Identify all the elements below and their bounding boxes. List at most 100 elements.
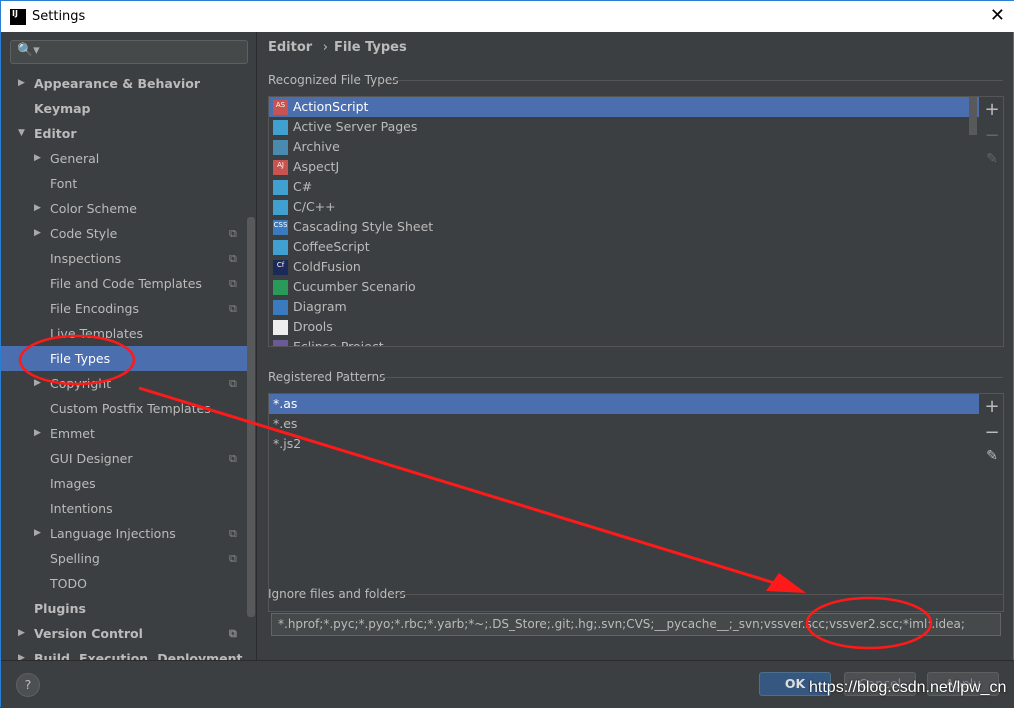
file-type-label: C/C++ bbox=[293, 199, 336, 214]
pattern-row[interactable]: *.js2 bbox=[269, 434, 979, 454]
chevron-right-icon[interactable]: ▶ bbox=[18, 621, 25, 646]
tree-item-label: Emmet bbox=[50, 426, 95, 441]
file-type-row[interactable]: AJ AspectJ bbox=[269, 157, 979, 177]
chevron-right-icon[interactable]: ▶ bbox=[18, 71, 25, 96]
chevron-right-icon[interactable]: ▶ bbox=[34, 421, 41, 446]
chevron-right-icon[interactable]: ▶ bbox=[34, 371, 41, 396]
project-settings-icon: ⧉ bbox=[229, 452, 237, 465]
breadcrumb: Editor › File Types bbox=[268, 40, 407, 55]
ignore-label: Ignore files and folders bbox=[268, 587, 406, 601]
edit-pattern-button[interactable]: ✎ bbox=[980, 448, 1003, 464]
breadcrumb-parent[interactable]: Editor bbox=[268, 40, 312, 55]
tree-item-label: Intentions bbox=[50, 501, 113, 516]
chevron-right-icon[interactable]: ▶ bbox=[34, 221, 41, 246]
tree-item-label: Build, Execution, Deployment bbox=[34, 651, 243, 660]
tree-item[interactable]: ▼ Editor bbox=[1, 121, 247, 146]
search-icon: 🔍▾ bbox=[17, 43, 40, 58]
project-settings-icon: ⧉ bbox=[229, 377, 237, 390]
tree-item[interactable]: Live Templates bbox=[1, 321, 247, 346]
file-type-label: Cucumber Scenario bbox=[293, 279, 416, 294]
tree-item[interactable]: Spelling ⧉ bbox=[1, 546, 247, 571]
tree-item[interactable]: Font bbox=[1, 171, 247, 196]
tree-item[interactable]: File and Code Templates ⧉ bbox=[1, 271, 247, 296]
tree-item[interactable]: ▶ Color Scheme bbox=[1, 196, 247, 221]
tree-item[interactable]: GUI Designer ⧉ bbox=[1, 446, 247, 471]
chevron-right-icon[interactable]: ▶ bbox=[34, 196, 41, 221]
breadcrumb-separator: › bbox=[322, 40, 328, 55]
tree-item-label: Images bbox=[50, 476, 96, 491]
tree-item[interactable]: TODO bbox=[1, 571, 247, 596]
file-type-row[interactable]: C/C++ bbox=[269, 197, 979, 217]
search-input[interactable]: 🔍▾ bbox=[10, 40, 248, 64]
file-type-icon bbox=[273, 139, 288, 155]
add-file-type-button[interactable]: + bbox=[980, 99, 1003, 120]
chevron-right-icon[interactable]: ▶ bbox=[34, 146, 41, 171]
tree-item[interactable]: ▶ Build, Execution, Deployment bbox=[1, 646, 247, 660]
tree-item[interactable]: File Types bbox=[1, 346, 247, 371]
sidebar-scrollbar[interactable] bbox=[247, 217, 255, 617]
file-type-icon: AJ bbox=[273, 159, 288, 175]
tree-item[interactable]: Inspections ⧉ bbox=[1, 246, 247, 271]
chevron-right-icon[interactable]: ▶ bbox=[18, 646, 25, 660]
tree-item[interactable]: ▶ Code Style ⧉ bbox=[1, 221, 247, 246]
remove-file-type-button[interactable]: − bbox=[980, 125, 1003, 146]
file-type-label: Archive bbox=[293, 139, 340, 154]
close-button[interactable]: ✕ bbox=[990, 5, 1005, 26]
add-pattern-button[interactable]: + bbox=[980, 396, 1003, 417]
file-type-icon bbox=[273, 119, 288, 135]
tree-item-label: Editor bbox=[34, 126, 77, 141]
tree-item-label: Font bbox=[50, 176, 78, 191]
ignore-files-input[interactable]: *.hprof;*.pyc;*.pyo;*.rbc;*.yarb;*~;.DS_… bbox=[271, 613, 1001, 636]
file-type-row[interactable]: AS ActionScript bbox=[269, 97, 979, 117]
remove-pattern-button[interactable]: − bbox=[980, 422, 1003, 443]
tree-item[interactable]: File Encodings ⧉ bbox=[1, 296, 247, 321]
tree-item[interactable]: ▶ Copyright ⧉ bbox=[1, 371, 247, 396]
chevron-right-icon[interactable]: ▶ bbox=[34, 521, 41, 546]
tree-item-label: Keymap bbox=[34, 101, 91, 116]
tree-item[interactable]: Images bbox=[1, 471, 247, 496]
tree-item[interactable]: ▶ Appearance & Behavior bbox=[1, 71, 247, 96]
file-type-row[interactable]: Active Server Pages bbox=[269, 117, 979, 137]
tree-item[interactable]: ▶ Version Control ⧉ bbox=[1, 621, 247, 646]
file-type-row[interactable]: C# bbox=[269, 177, 979, 197]
file-type-row[interactable]: Drools bbox=[269, 317, 979, 337]
registered-patterns-list[interactable]: *.as *.es *.js2 + − ✎ bbox=[268, 393, 1004, 612]
pattern-row[interactable]: *.as bbox=[269, 394, 979, 414]
pattern-row[interactable]: *.es bbox=[269, 414, 979, 434]
tree-item[interactable]: ▶ Language Injections ⧉ bbox=[1, 521, 247, 546]
file-type-row[interactable]: Archive bbox=[269, 137, 979, 157]
tree-item-label: File Encodings bbox=[50, 301, 140, 316]
patterns-label: Registered Patterns bbox=[268, 370, 386, 384]
file-type-row[interactable]: CSS Cascading Style Sheet bbox=[269, 217, 979, 237]
file-type-icon bbox=[273, 239, 288, 255]
tree-item[interactable]: Custom Postfix Templates bbox=[1, 396, 247, 421]
file-type-icon bbox=[273, 279, 288, 295]
tree-item[interactable]: Plugins bbox=[1, 596, 247, 621]
file-type-row[interactable]: Eclipse Project bbox=[269, 337, 979, 347]
help-button[interactable]: ? bbox=[16, 673, 40, 697]
tree-item-label: File Types bbox=[50, 351, 111, 366]
recognized-file-types-list[interactable]: AS ActionScript Active Server Pages Archive… bbox=[268, 96, 1004, 347]
file-type-icon bbox=[273, 299, 288, 315]
file-type-row[interactable]: Diagram bbox=[269, 297, 979, 317]
tree-item-label: Inspections bbox=[50, 251, 122, 266]
file-type-row[interactable]: Cf ColdFusion bbox=[269, 257, 979, 277]
tree-item[interactable]: Intentions bbox=[1, 496, 247, 521]
chevron-down-icon[interactable]: ▼ bbox=[18, 121, 25, 146]
file-type-icon: AS bbox=[273, 99, 288, 115]
tree-item-label: Color Scheme bbox=[50, 201, 137, 216]
file-type-label: Eclipse Project bbox=[293, 339, 384, 347]
tree-item-label: Plugins bbox=[34, 601, 86, 616]
tree-item[interactable]: ▶ Emmet bbox=[1, 421, 247, 446]
tree-item-label: Live Templates bbox=[50, 326, 144, 341]
tree-item[interactable]: ▶ General bbox=[1, 146, 247, 171]
tree-item[interactable]: Keymap bbox=[1, 96, 247, 121]
file-type-row[interactable]: CoffeeScript bbox=[269, 237, 979, 257]
file-type-icon: CSS bbox=[273, 219, 288, 235]
file-type-row[interactable]: Cucumber Scenario bbox=[269, 277, 979, 297]
tree-item-label: File and Code Templates bbox=[50, 276, 202, 291]
recognized-label: Recognized File Types bbox=[268, 73, 399, 87]
edit-file-type-button[interactable]: ✎ bbox=[980, 151, 1003, 167]
list-scrollbar[interactable] bbox=[969, 97, 977, 135]
tree-item-label: Spelling bbox=[50, 551, 100, 566]
